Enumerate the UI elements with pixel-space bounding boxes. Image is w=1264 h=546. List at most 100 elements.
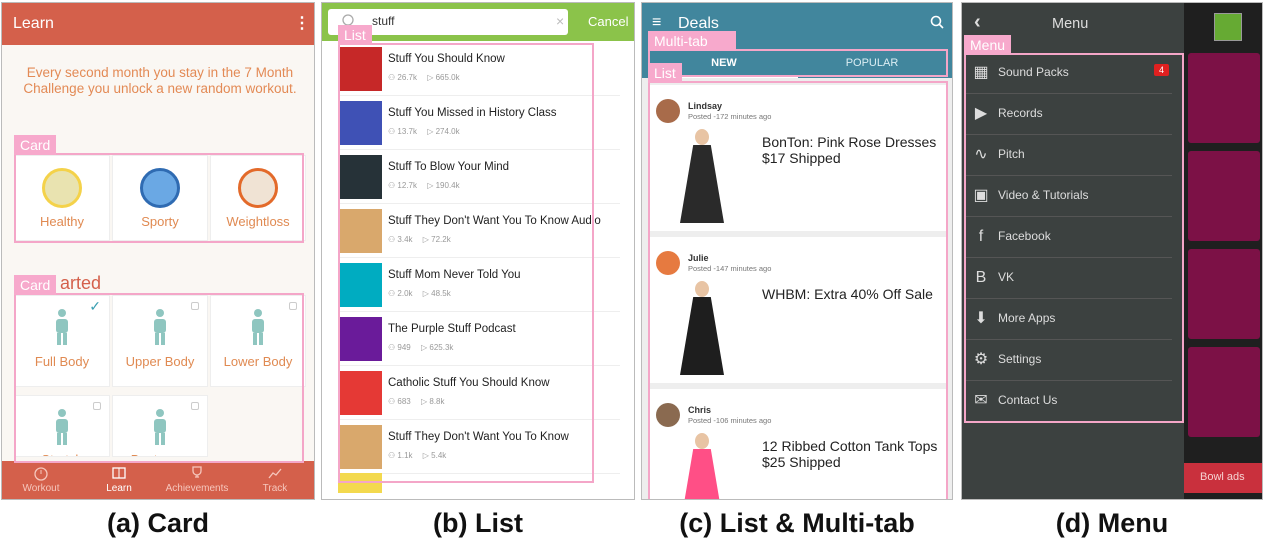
app-grid-icon[interactable] bbox=[1214, 13, 1242, 41]
workout-card[interactable]: Lower Body bbox=[210, 295, 306, 387]
post-time: Posted -172 minutes ago bbox=[688, 112, 772, 121]
drum-pad[interactable] bbox=[1188, 249, 1260, 339]
multitab-tag: Multi-tab bbox=[648, 31, 736, 51]
list-item[interactable]: Stuff They Don't Want You To Know ⚇ 1.1k … bbox=[338, 421, 620, 474]
list-item[interactable]: The Purple Stuff Podcast ⚇ 949 ▷ 625.3k bbox=[338, 313, 620, 366]
nav-achievements[interactable]: Achievements bbox=[158, 465, 236, 494]
workout-card[interactable]: ✓ Full Body bbox=[14, 295, 110, 387]
deal-item[interactable]: Lindsay Posted -172 minutes ago BonTon: Pi… bbox=[650, 85, 946, 231]
book-icon bbox=[112, 467, 126, 479]
menu-item-label: Settings bbox=[998, 352, 1042, 366]
drum-pad[interactable] bbox=[1188, 347, 1260, 437]
drum-pad[interactable] bbox=[1188, 53, 1260, 143]
model-head bbox=[695, 281, 709, 297]
clear-icon[interactable]: × bbox=[556, 13, 564, 29]
list-tag: List bbox=[648, 63, 682, 83]
menu-item-label: Sound Packs bbox=[998, 65, 1069, 79]
campfire-icon bbox=[238, 168, 278, 208]
play-count: 5.4k bbox=[431, 451, 447, 460]
podcast-stats: ⚇ 26.7k ▷ 665.0k bbox=[388, 73, 460, 82]
nav-label: Workout bbox=[22, 483, 60, 494]
list-item[interactable]: Catholic Stuff You Should Know ⚇ 683 ▷ 8.… bbox=[338, 367, 620, 420]
sport-shoes-icon bbox=[140, 168, 180, 208]
category-card[interactable]: Healthy bbox=[14, 155, 110, 241]
avatar bbox=[656, 403, 680, 427]
cancel-button[interactable]: Cancel bbox=[588, 14, 628, 29]
subscribers-icon: ⚇ bbox=[388, 343, 398, 352]
menu-tag: Menu bbox=[964, 35, 1012, 55]
ad-banner[interactable]: Bowl ads bbox=[1184, 463, 1262, 493]
nav-workout[interactable]: Workout bbox=[2, 465, 80, 494]
back-arrow-icon[interactable]: ‹ bbox=[974, 11, 981, 34]
panel-list-app: stuff × Cancel Stuff You Should Know ⚇ 26… bbox=[321, 2, 635, 500]
mail-icon: ✉ bbox=[974, 392, 988, 409]
deal-title: BonTon: Pink Rose Dresses $17 Shipped bbox=[762, 134, 937, 166]
subscribers-icon: ⚇ bbox=[388, 127, 398, 136]
poster-name: Lindsay bbox=[688, 101, 723, 111]
card-label: Healthy bbox=[39, 214, 85, 229]
play-icon: ▷ bbox=[424, 127, 436, 136]
list-item[interactable]: Stuff They Don't Want You To Know Audio ⚇… bbox=[338, 205, 620, 258]
play-count: 274.0k bbox=[435, 127, 460, 136]
dress-shape bbox=[680, 145, 724, 223]
search-input[interactable]: stuff bbox=[372, 14, 394, 28]
category-card[interactable]: Weightloss bbox=[210, 155, 306, 241]
menu-item[interactable]: ⬇ More Apps bbox=[966, 299, 1172, 340]
apple-icon bbox=[42, 168, 82, 208]
search-icon[interactable] bbox=[930, 15, 944, 29]
menu-item[interactable]: ✉ Contact Us bbox=[966, 381, 1172, 422]
podcast-stats: ⚇ 2.0k ▷ 48.5k bbox=[388, 289, 451, 298]
vk-icon: B bbox=[975, 269, 987, 286]
avatar bbox=[656, 99, 680, 123]
podcast-name: Stuff You Missed in History Class bbox=[388, 107, 557, 119]
podcast-artwork bbox=[338, 425, 382, 469]
card-label: Bootcamp bbox=[113, 452, 207, 456]
podcast-artwork bbox=[338, 47, 382, 91]
podcast-artwork bbox=[338, 209, 382, 253]
workout-card[interactable]: Bootcamp bbox=[112, 395, 208, 457]
menu-item[interactable]: ⚙ Settings bbox=[966, 340, 1172, 381]
podcast-name: Stuff They Don't Want You To Know Audio bbox=[388, 215, 601, 227]
drum-pad[interactable] bbox=[1188, 151, 1260, 241]
menu-item[interactable]: ▶ Records bbox=[966, 94, 1172, 135]
product-image bbox=[662, 433, 742, 499]
poster-name: Julie bbox=[688, 253, 709, 263]
stopwatch-icon bbox=[34, 467, 48, 481]
download-icon: ⬇ bbox=[974, 310, 988, 327]
caption-c: (c) List & Multi-tab bbox=[679, 508, 915, 538]
hamburger-icon[interactable]: ≡ bbox=[652, 14, 661, 32]
subscribers-count: 13.7k bbox=[397, 127, 417, 136]
bottom-nav: Workout Learn Achievements Track bbox=[2, 461, 314, 499]
menu-item-label: Records bbox=[998, 106, 1043, 120]
trophy-icon bbox=[192, 466, 202, 478]
workout-card[interactable]: Upper Body bbox=[112, 295, 208, 387]
deal-item[interactable]: Julie Posted -147 minutes ago WHBM: Extra … bbox=[650, 237, 946, 383]
subscribers-icon: ⚇ bbox=[388, 181, 398, 190]
list-item[interactable]: Stuff To Blow Your Mind ⚇ 12.7k ▷ 190.4k bbox=[338, 151, 620, 204]
subscribers-count: 12.7k bbox=[397, 181, 417, 190]
overflow-menu-icon[interactable]: ⋮ bbox=[294, 13, 310, 33]
menu-item[interactable]: B VK bbox=[966, 258, 1172, 299]
subscribers-icon: ⚇ bbox=[388, 451, 398, 460]
nav-learn[interactable]: Learn bbox=[80, 465, 158, 494]
workout-card[interactable]: Stretch bbox=[14, 395, 110, 457]
tab-popular[interactable]: POPULAR bbox=[798, 57, 946, 69]
count-badge: 4 bbox=[1154, 64, 1170, 76]
list-tag: List bbox=[338, 25, 372, 45]
nav-label: Learn bbox=[106, 483, 132, 494]
list-item[interactable]: Stuff Mom Never Told You ⚇ 2.0k ▷ 48.5k bbox=[338, 259, 620, 312]
list-item[interactable]: Stuff You Should Know ⚇ 26.7k ▷ 665.0k bbox=[338, 43, 620, 96]
menu-item[interactable]: ▦ Sound Packs 4 bbox=[966, 53, 1172, 94]
nav-track[interactable]: Track bbox=[236, 465, 314, 494]
menu-item[interactable]: ∿ Pitch bbox=[966, 135, 1172, 176]
category-card[interactable]: Sporty bbox=[112, 155, 208, 241]
subscribers-icon: ⚇ bbox=[388, 73, 398, 82]
post-time: Posted -147 minutes ago bbox=[688, 264, 772, 273]
card-label: Full Body bbox=[34, 354, 90, 369]
menu-item[interactable]: ▣ Video & Tutorials bbox=[966, 176, 1172, 217]
deal-item[interactable]: Chris Posted -106 minutes ago 12 Ribbed Co… bbox=[650, 389, 946, 499]
play-icon: ▷ bbox=[420, 235, 432, 244]
menu-item[interactable]: f Facebook bbox=[966, 217, 1172, 258]
subscribers-count: 683 bbox=[397, 397, 411, 406]
list-item[interactable]: Stuff You Missed in History Class ⚇ 13.7k… bbox=[338, 97, 620, 150]
